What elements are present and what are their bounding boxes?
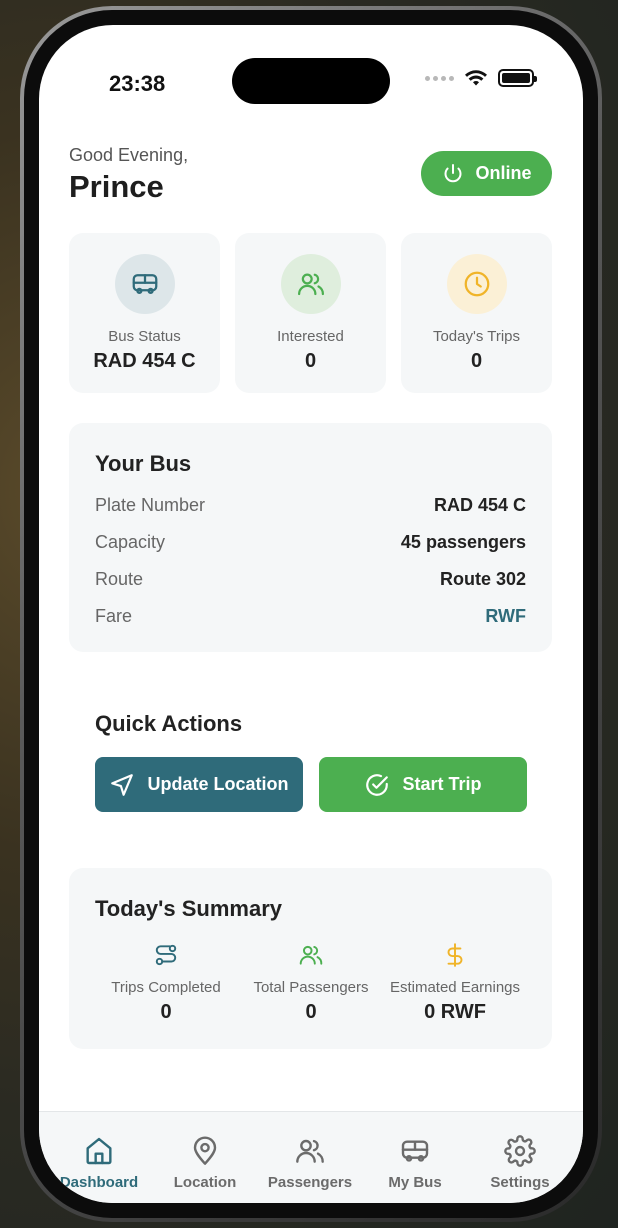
update-location-button[interactable]: Update Location <box>95 757 303 812</box>
summary-label: Estimated Earnings <box>389 979 521 996</box>
bus-row-route: Route Route 302 <box>95 561 526 598</box>
phone-bezel: 23:38 Good Evening, Prince Online Bus St… <box>24 10 598 1218</box>
dynamic-island <box>232 58 390 104</box>
bus-row-plate: Plate Number RAD 454 C <box>95 487 526 524</box>
tab-dashboard[interactable]: Dashboard <box>44 1134 154 1191</box>
summary-title: Today's Summary <box>95 896 282 921</box>
bus-icon <box>132 274 157 294</box>
tab-label: Dashboard <box>59 1174 139 1191</box>
bottom-tab-bar: Dashboard Location Passengers My Bus Set… <box>39 1111 583 1203</box>
start-trip-button[interactable]: Start Trip <box>319 757 527 812</box>
summary-label: Trips Completed <box>111 979 221 996</box>
greeting-text: Good Evening, <box>69 145 189 165</box>
bus-row-key: Fare <box>95 606 133 626</box>
status-time: 23:38 <box>109 71 166 96</box>
tab-location[interactable]: Location <box>150 1134 260 1191</box>
bus-row-key: Route <box>95 569 144 589</box>
signal-dots-icon <box>425 75 454 81</box>
users-icon <box>297 273 324 296</box>
summary-label: Total Passengers <box>253 979 369 996</box>
summary-value: 0 <box>160 1001 172 1023</box>
summary-total-passengers: Total Passengers 0 <box>236 941 386 1024</box>
summary-estimated-earnings: Estimated Earnings 0 RWF <box>380 941 530 1024</box>
stat-value: 0 <box>470 350 483 372</box>
online-toggle-button[interactable]: Online <box>421 151 552 196</box>
users-icon <box>299 945 323 965</box>
navigation-icon <box>111 773 134 796</box>
todays-summary-card: Today's Summary Trips Completed 0 Total … <box>69 868 552 1049</box>
tab-settings[interactable]: Settings <box>465 1134 575 1191</box>
bus-row-value: RAD 454 C <box>433 495 526 515</box>
bus-row-key: Plate Number <box>95 495 206 515</box>
tab-label: My Bus <box>388 1174 442 1191</box>
home-icon <box>86 1137 112 1165</box>
app-screen: 23:38 Good Evening, Prince Online Bus St… <box>39 25 583 1203</box>
tab-my-bus[interactable]: My Bus <box>360 1134 470 1191</box>
power-icon <box>445 163 462 182</box>
stat-value: RAD 454 C <box>93 350 196 372</box>
bus-row-capacity: Capacity 45 passengers <box>95 524 526 561</box>
tab-label: Passengers <box>267 1174 353 1191</box>
summary-trips-completed: Trips Completed 0 <box>91 941 241 1024</box>
gear-icon <box>504 1135 536 1167</box>
tab-passengers[interactable]: Passengers <box>255 1134 365 1191</box>
wifi-icon <box>465 70 487 86</box>
stat-value: 0 <box>304 350 317 372</box>
bus-row-value: RWF <box>485 606 526 626</box>
clock-icon <box>464 271 489 297</box>
status-icons <box>425 69 537 87</box>
bus-row-key: Capacity <box>95 532 166 552</box>
start-trip-label: Start Trip <box>402 774 482 794</box>
online-label: Online <box>475 163 532 183</box>
map-pin-icon <box>193 1136 217 1165</box>
stat-card-todays-trips: Today's Trips 0 <box>401 233 552 393</box>
route-icon <box>155 944 177 966</box>
stat-label: Bus Status <box>108 328 181 345</box>
stat-label: Interested <box>277 328 344 345</box>
users-icon <box>296 1139 324 1163</box>
dollar-icon <box>447 943 463 967</box>
bus-icon <box>401 1140 429 1162</box>
tab-label: Settings <box>490 1174 550 1191</box>
bus-row-value: Route 302 <box>439 569 526 589</box>
summary-value: 0 <box>305 1001 317 1023</box>
bus-row-value: 45 passengers <box>400 532 526 552</box>
stat-card-bus-status: Bus Status RAD 454 C <box>69 233 220 393</box>
tab-label: Location <box>173 1174 237 1191</box>
battery-icon <box>498 69 537 87</box>
stat-card-interested: Interested 0 <box>235 233 386 393</box>
update-location-label: Update Location <box>147 774 289 794</box>
quick-actions-title: Quick Actions <box>95 711 243 736</box>
bus-row-fare: Fare RWF <box>95 598 526 635</box>
stat-label: Today's Trips <box>432 328 521 345</box>
phone-frame: 23:38 Good Evening, Prince Online Bus St… <box>20 6 602 1222</box>
your-bus-card: Your Bus Plate Number RAD 454 C Capacity… <box>69 423 552 652</box>
summary-value: 0 RWF <box>424 1001 486 1023</box>
user-name: Prince <box>69 169 164 204</box>
check-circle-icon <box>366 773 389 796</box>
your-bus-title: Your Bus <box>95 451 192 476</box>
